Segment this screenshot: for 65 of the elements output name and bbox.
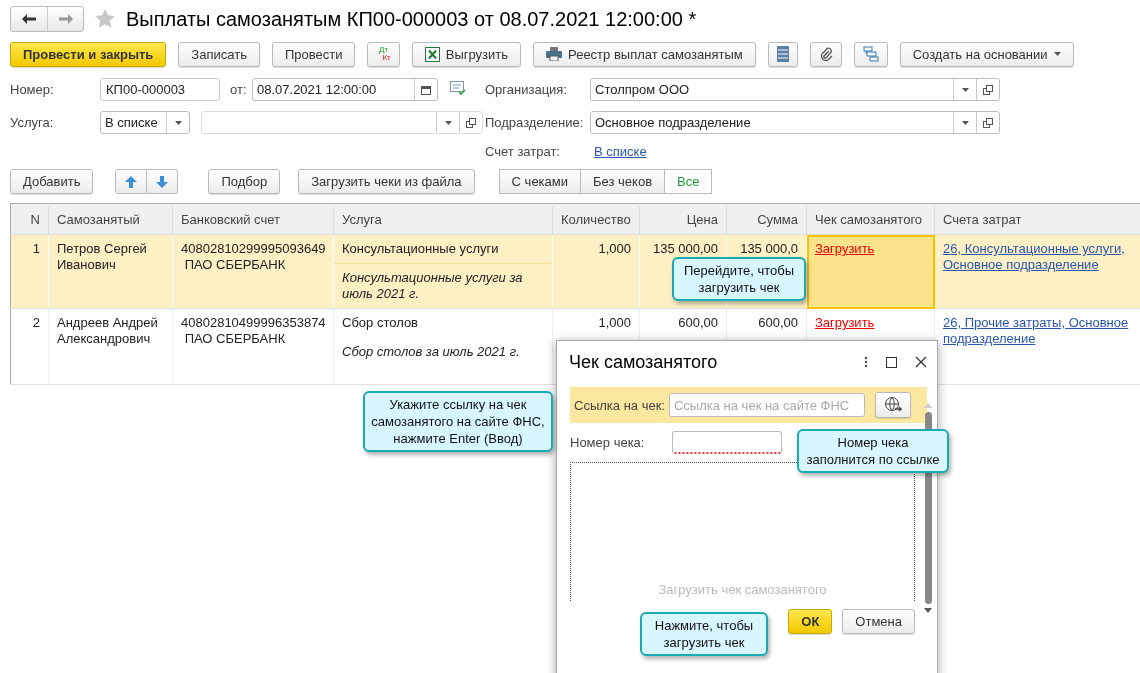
link-field[interactable]: Ссылка на чек на сайте ФНС [668, 393, 865, 417]
column-header[interactable]: N [10, 203, 49, 235]
upload-link[interactable]: Загрузить [815, 241, 875, 256]
cost-account-link[interactable]: В списке [594, 144, 647, 159]
upload-link[interactable]: Загрузить [815, 315, 875, 330]
comment-text: Сбор столов за июль 2021 г. [342, 344, 520, 359]
department-label: Подразделение: [485, 115, 585, 130]
pick-button[interactable]: Подбор [208, 169, 281, 194]
ok-button[interactable]: ОК [788, 609, 833, 634]
table-cell: Петров Сергей Иванович [57, 241, 147, 272]
receipt-number-label: Номер чека: [570, 435, 646, 450]
table-cell-text: Консультационные услуги [342, 241, 500, 257]
export-button[interactable]: Выгрузить [411, 41, 522, 67]
receipt-area-hint: Загрузить чек самозанятого [658, 582, 827, 599]
department-field[interactable]: Основное подразделение [590, 111, 1000, 134]
date-label: от: [230, 82, 248, 97]
callout: Перейдите, чтобы загрузить чек [672, 257, 806, 301]
table-cell: 135 000,0 [740, 241, 798, 256]
post-and-close-button[interactable]: Провести и закрыть [10, 41, 167, 67]
table-cell: 135 000,00 [652, 241, 718, 256]
column-header[interactable]: Цена [639, 203, 727, 235]
add-button[interactable]: Добавить [10, 169, 94, 194]
dialog-title: Чек самозанятого [569, 351, 719, 373]
organization-label: Организация: [485, 82, 569, 97]
comment-text: Консультационные услуги за июль 2021 г. [342, 270, 523, 301]
table-cell: 40802810299995093649 ПАО СБЕРБАНК [181, 241, 326, 272]
debit-credit-button[interactable]: Дт Кт [367, 41, 400, 67]
filter-tab[interactable]: Все [665, 169, 713, 194]
callout: Укажите ссылку на чек самозанятого на сайте ФНС, нажмите Enter (Ввод) [363, 391, 553, 452]
print-registry-button[interactable]: Реестр выплат самозанятым [533, 41, 756, 67]
create-based-on-button[interactable]: Создать на основании [899, 41, 1074, 67]
column-header[interactable]: Количество [552, 203, 640, 235]
callout: Нажмите, чтобы загрузить чек [640, 612, 768, 656]
table-cell: 1 [32, 241, 40, 256]
table-cell: 600,00 [758, 315, 798, 330]
column-header[interactable]: Сумма [726, 203, 807, 235]
column-header[interactable]: Чек самозанятого [806, 203, 935, 235]
filter-tab[interactable]: С чеками [498, 169, 581, 194]
date-field[interactable]: 08.07.2021 12:00:00 [252, 78, 438, 101]
save-button[interactable]: Записать [178, 41, 260, 67]
cost-account-label: Счет затрат: [485, 144, 561, 159]
column-header[interactable]: Банковский счет [172, 203, 334, 235]
callout: Номер чека заполнится по ссылке [797, 429, 949, 473]
number-label: Номер: [10, 82, 55, 97]
window-title: Выплаты самозанятым КП00-000003 от 08.07.2021 12:00:00 * [126, 7, 697, 31]
number-field[interactable]: КП00-000003 [100, 78, 220, 101]
column-header[interactable]: Самозанятый [48, 203, 173, 235]
filter-tab[interactable]: Без чеков [581, 169, 666, 194]
service-label: Услуга: [10, 115, 55, 130]
table-cell-text: Сбор столов [342, 315, 420, 331]
cost-account-link[interactable]: 26, Прочие затраты, Основное подразделение [943, 315, 1132, 347]
table-cell: 1,000 [598, 241, 631, 256]
table-cell: Андреев Андрей Александрович [57, 315, 158, 346]
column-header[interactable]: Услуга [333, 203, 553, 235]
load-receipts-button[interactable]: Загрузить чеки из файла [298, 169, 475, 194]
table-cell: 1,000 [598, 315, 631, 330]
table-cell: 40802810499996353874 ПАО СБЕРБАНК [181, 315, 326, 346]
column-header[interactable]: Счета затрат [934, 203, 1140, 235]
cancel-button[interactable]: Отмена [842, 609, 915, 634]
post-button[interactable]: Провести [271, 41, 356, 67]
organization-field[interactable]: Столпром ООО [590, 78, 1000, 101]
service-mode-select[interactable]: В списке [100, 111, 190, 134]
link-label: Ссылка на чек: [574, 397, 665, 413]
table-cell: 600,00 [678, 315, 718, 330]
table-cell: 2 [32, 315, 40, 330]
